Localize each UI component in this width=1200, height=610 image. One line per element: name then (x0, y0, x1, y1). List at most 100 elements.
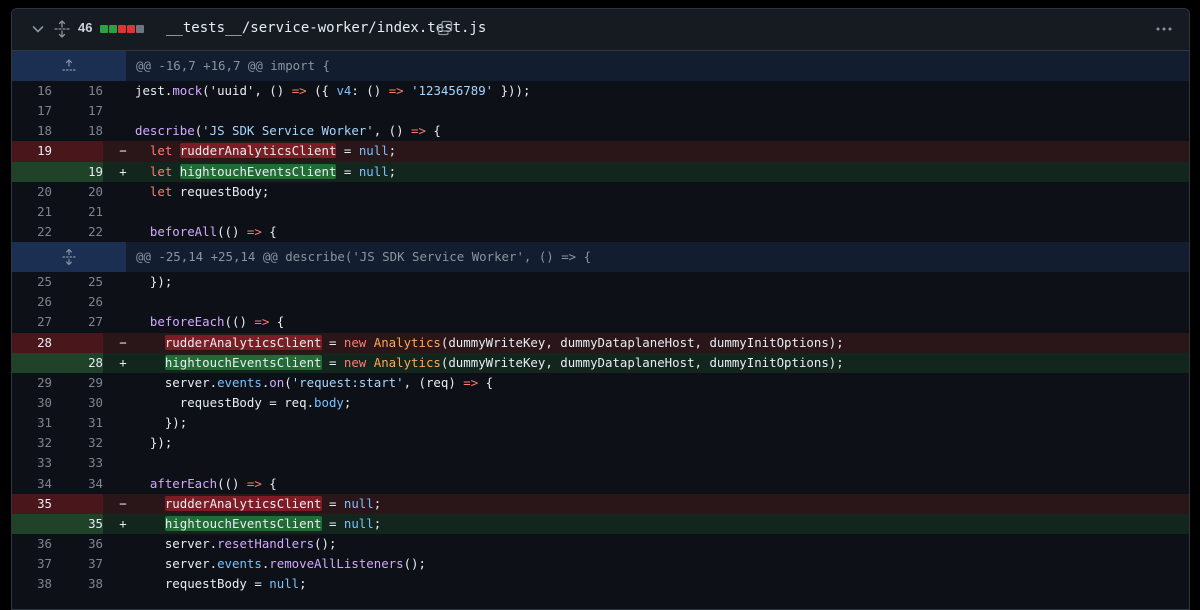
code-token: })); (493, 83, 531, 99)
code-token: ( (284, 374, 292, 390)
new-line-number[interactable]: 37 (52, 554, 103, 574)
new-line-number[interactable]: 32 (52, 433, 103, 453)
old-line-number[interactable]: 35 (12, 494, 52, 514)
code-token: null (343, 515, 374, 531)
line-number-gutter: 16 16 (12, 81, 103, 101)
code-token: let (149, 163, 173, 179)
context-line: 31 31 }); (12, 413, 1189, 433)
code-text: server.resetHandlers(); (127, 534, 1189, 554)
old-line-number[interactable]: 26 (12, 292, 52, 312)
code-text: hightouchEventsClient = new Analytics(du… (127, 353, 1189, 373)
hunk-header-text: @@ -25,14 +25,14 @@ describe('JS SDK Ser… (136, 249, 592, 265)
unfold-icon (62, 59, 76, 71)
new-line-number[interactable]: 29 (52, 373, 103, 393)
new-line-number[interactable]: 33 (52, 453, 103, 473)
code-token: describe (135, 123, 195, 139)
code-text: hightouchEventsClient = null; (127, 514, 1189, 534)
hunk-header: @@ -16,7 +16,7 @@ import { (12, 51, 1189, 81)
expand-hunk-button[interactable] (12, 242, 126, 273)
code-token: ; (373, 495, 382, 511)
old-line-number[interactable]: 38 (12, 574, 52, 594)
new-line-number[interactable]: 28 (52, 353, 103, 373)
code-token: 'JS SDK Service Worker' (202, 123, 374, 139)
new-line-number[interactable]: 38 (52, 574, 103, 594)
old-line-number[interactable]: 18 (12, 121, 52, 141)
old-line-number[interactable]: 31 (12, 413, 52, 433)
code-token: , () (373, 123, 412, 139)
new-line-number[interactable]: 26 (52, 292, 103, 312)
old-line-number[interactable]: 19 (12, 141, 52, 161)
old-line-number[interactable]: 37 (12, 554, 52, 574)
old-line-number[interactable]: 17 (12, 101, 52, 121)
old-line-number[interactable]: 27 (12, 312, 52, 332)
line-number-gutter: 33 33 (12, 453, 103, 473)
change-count: 46 (78, 20, 93, 35)
copy-icon[interactable] (437, 20, 453, 36)
unfold-icon[interactable] (53, 20, 71, 38)
diffstat-block (118, 25, 126, 33)
new-line-number[interactable]: 21 (52, 202, 103, 222)
old-line-number[interactable]: 16 (12, 81, 52, 101)
code-token: ; (373, 515, 382, 531)
old-line-number[interactable]: 33 (12, 453, 52, 473)
new-line-number[interactable]: 35 (52, 514, 103, 534)
code-text: server.events.removeAllListeners(); (127, 554, 1189, 574)
old-line-number[interactable]: 20 (12, 182, 52, 202)
old-line-number[interactable]: 36 (12, 534, 52, 554)
code-text: let rudderAnalyticsClient = null; (127, 141, 1189, 161)
diff-marker: − (119, 334, 127, 350)
code-token: = (321, 334, 344, 350)
context-line: 21 21 (12, 202, 1189, 222)
code-token: => (246, 224, 262, 240)
code-text: requestBody = null; (127, 574, 1189, 594)
context-line: 16 16 jest.mock('uuid', () => ({ v4: () =>… (12, 81, 1189, 101)
code-token: = (321, 495, 344, 511)
diff-marker: + (119, 515, 127, 531)
new-line-number[interactable]: 16 (52, 81, 103, 101)
code-text: }); (127, 433, 1189, 453)
new-line-number[interactable]: 34 (52, 474, 103, 494)
line-number-gutter: 32 32 (12, 433, 103, 453)
kebab-horizontal-icon[interactable] (1155, 20, 1173, 38)
line-number-gutter: 34 34 (12, 474, 103, 494)
diffstat-block (109, 25, 117, 33)
chevron-down-icon[interactable] (30, 21, 46, 37)
line-number-gutter: 20 20 (12, 182, 103, 202)
old-line-number[interactable]: 30 (12, 393, 52, 413)
old-line-number[interactable]: 22 (12, 222, 52, 242)
code-text: describe('JS SDK Service Worker', () => … (127, 121, 1189, 141)
context-line: 33 33 (12, 453, 1189, 473)
code-text: server.events.on('request:start', (req) … (127, 373, 1189, 393)
new-line-number[interactable]: 22 (52, 222, 103, 242)
code-token: : () (351, 83, 389, 99)
expand-hunk-button[interactable] (12, 51, 126, 81)
code-token: requestBody = req. (135, 395, 315, 411)
diff-table: @@ -16,7 +16,7 @@ import {16 16 jest.mock(… (12, 51, 1189, 594)
code-token: (); (314, 536, 337, 552)
old-line-number[interactable]: 32 (12, 433, 52, 453)
code-token: events (217, 556, 262, 572)
new-line-number[interactable]: 27 (52, 312, 103, 332)
code-token: rudderAnalyticsClient (164, 495, 322, 511)
line-number-gutter: 17 17 (12, 101, 103, 121)
new-line-number[interactable]: 30 (52, 393, 103, 413)
code-text: rudderAnalyticsClient = new Analytics(du… (127, 333, 1189, 353)
old-line-number[interactable]: 25 (12, 272, 52, 292)
old-line-number[interactable]: 28 (12, 333, 52, 353)
new-line-number[interactable]: 18 (52, 121, 103, 141)
old-line-number[interactable]: 29 (12, 373, 52, 393)
new-line-number[interactable]: 25 (52, 272, 103, 292)
code-text: rudderAnalyticsClient = null; (127, 494, 1189, 514)
old-line-number[interactable]: 34 (12, 474, 52, 494)
new-line-number[interactable]: 20 (52, 182, 103, 202)
new-line-number[interactable]: 31 (52, 413, 103, 433)
new-line-number[interactable]: 17 (52, 101, 103, 121)
new-line-number[interactable]: 19 (52, 162, 103, 182)
code-token: null (269, 576, 300, 592)
new-line-number[interactable]: 36 (52, 534, 103, 554)
old-line-number[interactable]: 21 (12, 202, 52, 222)
